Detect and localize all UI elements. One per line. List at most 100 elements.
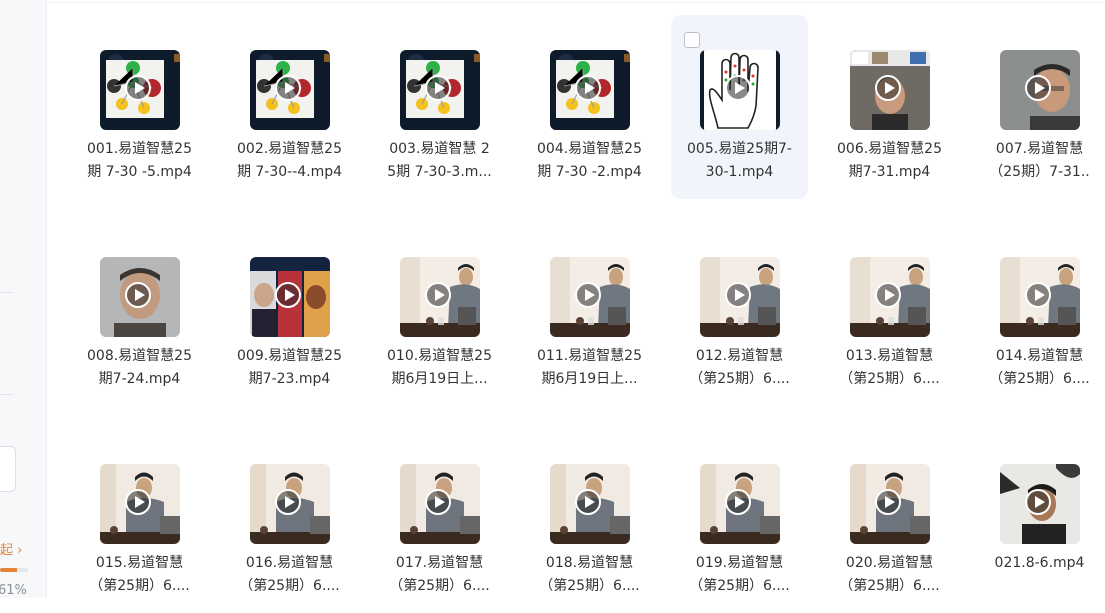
video-thumbnail[interactable] <box>1000 464 1080 544</box>
video-thumbnail[interactable] <box>850 257 930 337</box>
play-icon[interactable] <box>875 282 901 308</box>
play-icon[interactable] <box>575 489 601 515</box>
video-thumbnail[interactable] <box>1000 257 1080 337</box>
video-thumbnail[interactable] <box>550 257 630 337</box>
file-name[interactable]: 005.易道25期7- 30-1.mp4 <box>673 138 806 184</box>
video-thumbnail[interactable] <box>250 50 330 130</box>
sidebar-panel[interactable] <box>0 446 16 492</box>
video-thumbnail[interactable] <box>250 464 330 544</box>
play-icon[interactable] <box>275 489 301 515</box>
collapse-button[interactable]: 起 › <box>0 539 22 558</box>
file-item[interactable]: 014.易道智慧 （第25期）6.... <box>971 222 1105 406</box>
file-name-line: （第25期）6.... <box>839 578 940 594</box>
file-item[interactable]: 001.易道智慧25 期 7-30 -5.mp4 <box>71 15 208 199</box>
file-item[interactable]: 020.易道智慧 （第25期）6.... <box>821 429 958 613</box>
video-thumbnail[interactable] <box>700 464 780 544</box>
file-name[interactable]: 009.易道智慧25 期7-23.mp4 <box>223 345 356 391</box>
file-item[interactable]: 009.易道智慧25 期7-23.mp4 <box>221 222 358 406</box>
play-icon[interactable] <box>425 282 451 308</box>
video-thumbnail[interactable] <box>400 50 480 130</box>
file-item[interactable]: 004.易道智慧25 期 7-30 -2.mp4 <box>521 15 658 199</box>
play-icon[interactable] <box>1025 75 1051 101</box>
file-name-line: （25期）7-31.. <box>989 164 1090 180</box>
file-name[interactable]: 019.易道智慧 （第25期）6.... <box>673 552 806 598</box>
file-item[interactable]: 015.易道智慧 （第25期）6.... <box>71 429 208 613</box>
file-name[interactable]: 020.易道智慧 （第25期）6.... <box>823 552 956 598</box>
file-item[interactable]: 010.易道智慧25 期6月19日上... <box>371 222 508 406</box>
play-icon[interactable] <box>425 489 451 515</box>
file-name-line: 010.易道智慧25 <box>387 348 492 364</box>
video-thumbnail[interactable] <box>400 464 480 544</box>
file-name-line: 016.易道智慧 <box>245 555 334 571</box>
file-name[interactable]: 012.易道智慧 （第25期）6.... <box>673 345 806 391</box>
file-item[interactable]: 019.易道智慧 （第25期）6.... <box>671 429 808 613</box>
video-thumbnail[interactable] <box>100 464 180 544</box>
file-name[interactable]: 007.易道智慧 （25期）7-31.. <box>973 138 1105 184</box>
sidebar: 起 › 61% <box>0 0 47 598</box>
file-item[interactable]: 002.易道智慧25 期 7-30--4.mp4 <box>221 15 358 199</box>
video-thumbnail[interactable] <box>1000 50 1080 130</box>
play-icon[interactable] <box>125 75 151 101</box>
play-icon[interactable] <box>275 75 301 101</box>
video-thumbnail[interactable] <box>550 464 630 544</box>
file-name[interactable]: 011.易道智慧25 期6月19日上... <box>523 345 656 391</box>
play-icon[interactable] <box>875 489 901 515</box>
file-name[interactable]: 006.易道智慧25 期7-31.mp4 <box>823 138 956 184</box>
file-item[interactable]: 003.易道智慧 2 5期 7-30-3.m... <box>371 15 508 199</box>
file-name[interactable]: 004.易道智慧25 期 7-30 -2.mp4 <box>523 138 656 184</box>
file-item[interactable]: 011.易道智慧25 期6月19日上... <box>521 222 658 406</box>
file-name[interactable]: 001.易道智慧25 期 7-30 -5.mp4 <box>73 138 206 184</box>
play-icon[interactable] <box>725 489 751 515</box>
file-item[interactable]: 005.易道25期7- 30-1.mp4 <box>671 15 808 199</box>
video-thumbnail[interactable] <box>100 50 180 130</box>
file-name[interactable]: 017.易道智慧 （第25期）6.... <box>373 552 506 598</box>
play-icon[interactable] <box>125 282 151 308</box>
file-item[interactable]: 012.易道智慧 （第25期）6.... <box>671 222 808 406</box>
file-name[interactable]: 018.易道智慧 （第25期）6.... <box>523 552 656 598</box>
play-icon[interactable] <box>875 75 901 101</box>
file-name-line: （第25期）6.... <box>239 578 340 594</box>
file-name[interactable]: 008.易道智慧25 期7-24.mp4 <box>73 345 206 391</box>
file-name-line: （第25期）6.... <box>89 578 190 594</box>
file-item[interactable]: 007.易道智慧 （25期）7-31.. <box>971 15 1105 199</box>
play-icon[interactable] <box>575 282 601 308</box>
video-thumbnail[interactable] <box>100 257 180 337</box>
file-name-line: 006.易道智慧25 <box>837 141 942 157</box>
play-icon[interactable] <box>575 75 601 101</box>
file-name-line: 期7-23.mp4 <box>248 371 331 387</box>
video-thumbnail[interactable] <box>700 50 780 130</box>
file-item[interactable]: 006.易道智慧25 期7-31.mp4 <box>821 15 958 199</box>
video-thumbnail[interactable] <box>850 50 930 130</box>
video-thumbnail[interactable] <box>250 257 330 337</box>
play-icon[interactable] <box>125 489 151 515</box>
play-icon[interactable] <box>425 75 451 101</box>
video-thumbnail[interactable] <box>550 50 630 130</box>
file-name[interactable]: 015.易道智慧 （第25期）6.... <box>73 552 206 598</box>
file-name[interactable]: 021.8-6.mp4 <box>973 552 1105 575</box>
play-icon[interactable] <box>275 282 301 308</box>
video-thumbnail[interactable] <box>400 257 480 337</box>
file-name-line: 019.易道智慧 <box>695 555 784 571</box>
file-name[interactable]: 003.易道智慧 2 5期 7-30-3.m... <box>373 138 506 184</box>
file-name-line: 期 7-30 -2.mp4 <box>537 164 642 180</box>
file-name[interactable]: 014.易道智慧 （第25期）6.... <box>973 345 1105 391</box>
file-item[interactable]: 008.易道智慧25 期7-24.mp4 <box>71 222 208 406</box>
file-item[interactable]: 018.易道智慧 （第25期）6.... <box>521 429 658 613</box>
checkbox-icon[interactable] <box>684 32 700 48</box>
file-name-line: 001.易道智慧25 <box>87 141 192 157</box>
file-item[interactable]: 013.易道智慧 （第25期）6.... <box>821 222 958 406</box>
file-item[interactable]: 017.易道智慧 （第25期）6.... <box>371 429 508 613</box>
play-icon[interactable] <box>1025 282 1051 308</box>
play-icon[interactable] <box>1025 489 1051 515</box>
file-name[interactable]: 002.易道智慧25 期 7-30--4.mp4 <box>223 138 356 184</box>
play-icon[interactable] <box>725 282 751 308</box>
file-name[interactable]: 013.易道智慧 （第25期）6.... <box>823 345 956 391</box>
file-name[interactable]: 016.易道智慧 （第25期）6.... <box>223 552 356 598</box>
file-name[interactable]: 010.易道智慧25 期6月19日上... <box>373 345 506 391</box>
file-item[interactable]: 016.易道智慧 （第25期）6.... <box>221 429 358 613</box>
video-thumbnail[interactable] <box>850 464 930 544</box>
video-thumbnail[interactable] <box>700 257 780 337</box>
play-icon[interactable] <box>725 75 751 101</box>
file-name-line: 期7-31.mp4 <box>848 164 931 180</box>
file-item[interactable]: 021.8-6.mp4 <box>971 429 1105 613</box>
